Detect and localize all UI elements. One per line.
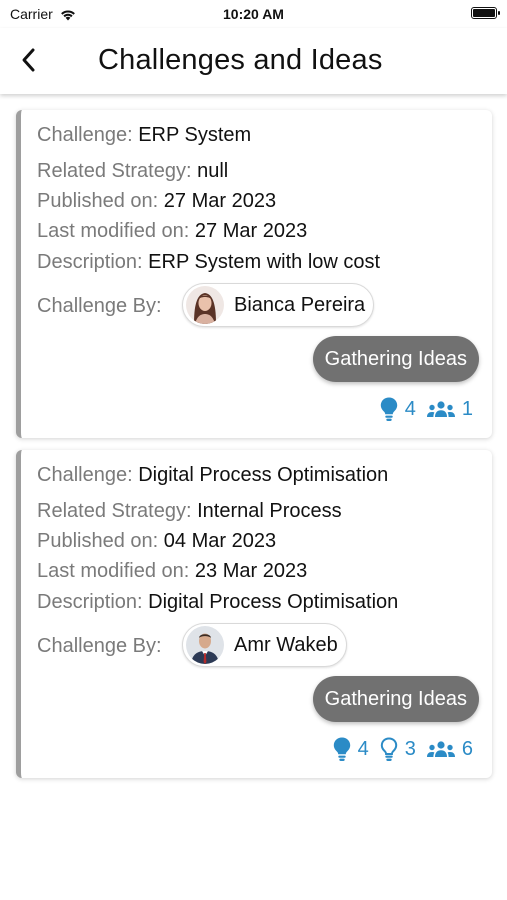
status-bar: Carrier 10:20 AM — [0, 0, 507, 28]
page-title: Challenges and Ideas — [98, 44, 383, 76]
modified-label: Last modified on: — [37, 560, 190, 582]
modified-row: Last modified on: 27 Mar 2023 — [37, 220, 307, 243]
modified-label: Last modified on: — [37, 220, 190, 242]
status-time: 10:20 AM — [223, 6, 284, 22]
lightbulb-icon — [333, 737, 350, 761]
strategy-row: Related Strategy: null — [37, 160, 228, 183]
challenge-row: Challenge: Digital Process Optimisation — [37, 464, 388, 487]
avatar — [186, 286, 224, 324]
avatar — [186, 626, 224, 664]
ideas-stat: 4 — [332, 736, 369, 762]
author-chip[interactable]: Amr Wakeb — [182, 623, 347, 667]
status-badge[interactable]: Gathering Ideas — [312, 336, 479, 382]
strategy-value: Internal Process — [197, 500, 342, 522]
author-chip[interactable]: Bianca Pereira — [182, 283, 375, 327]
published-row: Published on: 27 Mar 2023 — [37, 190, 276, 213]
challenge-by-label: Challenge By: — [37, 295, 162, 317]
open-ideas-stat: 3 — [379, 736, 416, 762]
modified-row: Last modified on: 23 Mar 2023 — [37, 560, 307, 583]
card-stats: 4 1 — [375, 396, 473, 422]
author-name: Amr Wakeb — [234, 633, 338, 656]
challenge-title: Digital Process Optimisation — [138, 464, 389, 486]
published-label: Published on: — [37, 190, 159, 212]
lightbulb-icon — [380, 397, 397, 421]
participants-count: 1 — [461, 397, 473, 420]
challenge-card[interactable]: Challenge: Digital Process Optimisation … — [16, 450, 492, 778]
challenge-row: Challenge: ERP System — [37, 124, 251, 147]
back-button[interactable] — [12, 43, 46, 77]
chevron-left-icon — [22, 48, 35, 72]
modified-date: 23 Mar 2023 — [194, 560, 308, 582]
card-stats: 4 3 6 — [328, 736, 473, 762]
description-row: Description: ERP System with low cost — [37, 251, 380, 274]
app-bar: Challenges and Ideas — [0, 28, 507, 94]
lightbulb-outline-icon — [380, 737, 397, 761]
published-row: Published on: 04 Mar 2023 — [37, 530, 276, 553]
participants-stat: 6 — [426, 738, 473, 761]
challenge-label: Challenge: — [37, 124, 133, 146]
ideas-stat: 4 — [379, 396, 416, 422]
battery-icon — [471, 7, 500, 19]
description-value: Digital Process Optimisation — [148, 591, 399, 613]
description-label: Description: — [37, 251, 143, 273]
strategy-label: Related Strategy: — [37, 500, 192, 522]
published-label: Published on: — [37, 530, 159, 552]
open-ideas-count: 3 — [404, 737, 416, 760]
challenge-label: Challenge: — [37, 464, 133, 486]
status-badge[interactable]: Gathering Ideas — [312, 676, 479, 722]
participants-stat: 1 — [426, 398, 473, 421]
published-date: 27 Mar 2023 — [163, 190, 277, 212]
ideas-count: 4 — [357, 737, 369, 760]
strategy-value: null — [197, 160, 229, 182]
published-date: 04 Mar 2023 — [163, 530, 277, 552]
challenge-card[interactable]: Challenge: ERP System Related Strategy: … — [16, 110, 492, 438]
strategy-label: Related Strategy: — [37, 160, 192, 182]
group-icon — [426, 401, 455, 417]
modified-date: 27 Mar 2023 — [194, 220, 308, 242]
author-name: Bianca Pereira — [234, 293, 366, 316]
description-row: Description: Digital Process Optimisatio… — [37, 591, 398, 614]
challenge-title: ERP System — [138, 124, 252, 146]
challenge-by-label: Challenge By: — [37, 635, 162, 657]
participants-count: 6 — [461, 737, 473, 760]
description-value: ERP System with low cost — [148, 251, 381, 273]
strategy-row: Related Strategy: Internal Process — [37, 500, 342, 523]
group-icon — [426, 741, 455, 757]
ideas-count: 4 — [404, 397, 416, 420]
description-label: Description: — [37, 591, 143, 613]
